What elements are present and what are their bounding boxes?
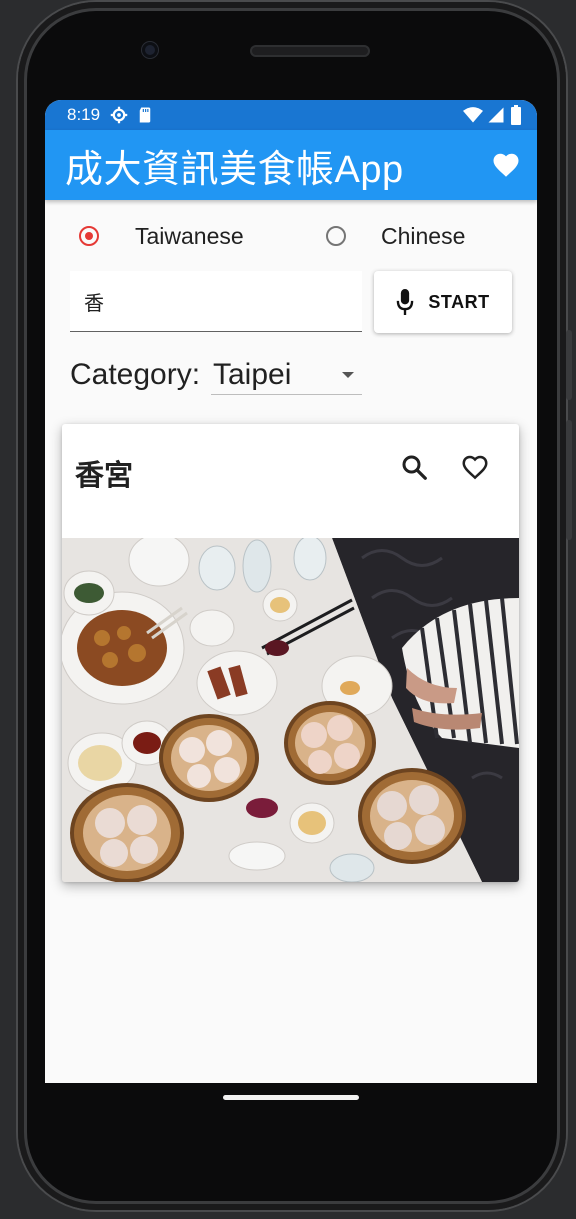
- radio-label-chinese: Chinese: [381, 223, 466, 249]
- language-radio-group: Taiwanese Chinese: [45, 218, 537, 254]
- dropdown-arrow-icon: [342, 372, 354, 378]
- power-button: [566, 420, 572, 540]
- front-camera: [142, 42, 158, 58]
- home-gesture-bar[interactable]: [223, 1095, 359, 1100]
- heart-outline-icon[interactable]: [460, 452, 490, 482]
- app-title: 成大資訊美食帳App: [65, 148, 404, 191]
- status-time: 8:19: [67, 105, 101, 124]
- category-dropdown[interactable]: Taipei: [211, 355, 362, 395]
- earpiece-speaker: [250, 45, 370, 57]
- app-bar: 成大資訊美食帳App: [45, 130, 537, 200]
- status-bar: 8:19: [45, 100, 537, 130]
- microphone-icon: [397, 289, 414, 315]
- dim-sum-table-photo: [62, 538, 519, 882]
- heart-filled-icon[interactable]: [491, 150, 521, 180]
- category-selected-value: Taipei: [213, 358, 292, 391]
- voice-start-button[interactable]: START: [374, 271, 512, 333]
- search-field[interactable]: [70, 271, 362, 332]
- category-label: Category:: [70, 358, 201, 391]
- volume-button: [566, 330, 572, 400]
- restaurant-name: 香宮: [75, 460, 134, 492]
- radio-chinese[interactable]: [326, 226, 346, 246]
- radio-label-taiwanese: Taiwanese: [135, 223, 244, 249]
- settings-gear-icon: [110, 106, 128, 124]
- sd-card-icon: [139, 107, 151, 123]
- battery-icon: [511, 105, 521, 125]
- search-icon[interactable]: [399, 452, 429, 482]
- restaurant-card: 香宮: [62, 424, 519, 882]
- search-input[interactable]: [70, 271, 362, 331]
- radio-taiwanese[interactable]: [79, 226, 99, 246]
- wifi-icon: [463, 107, 483, 123]
- app-screen: 8:19 成大資訊美食帳App Taiwanese Chinese 香 STAR…: [45, 100, 537, 1083]
- signal-icon: [488, 107, 504, 123]
- voice-start-label: START: [428, 291, 490, 312]
